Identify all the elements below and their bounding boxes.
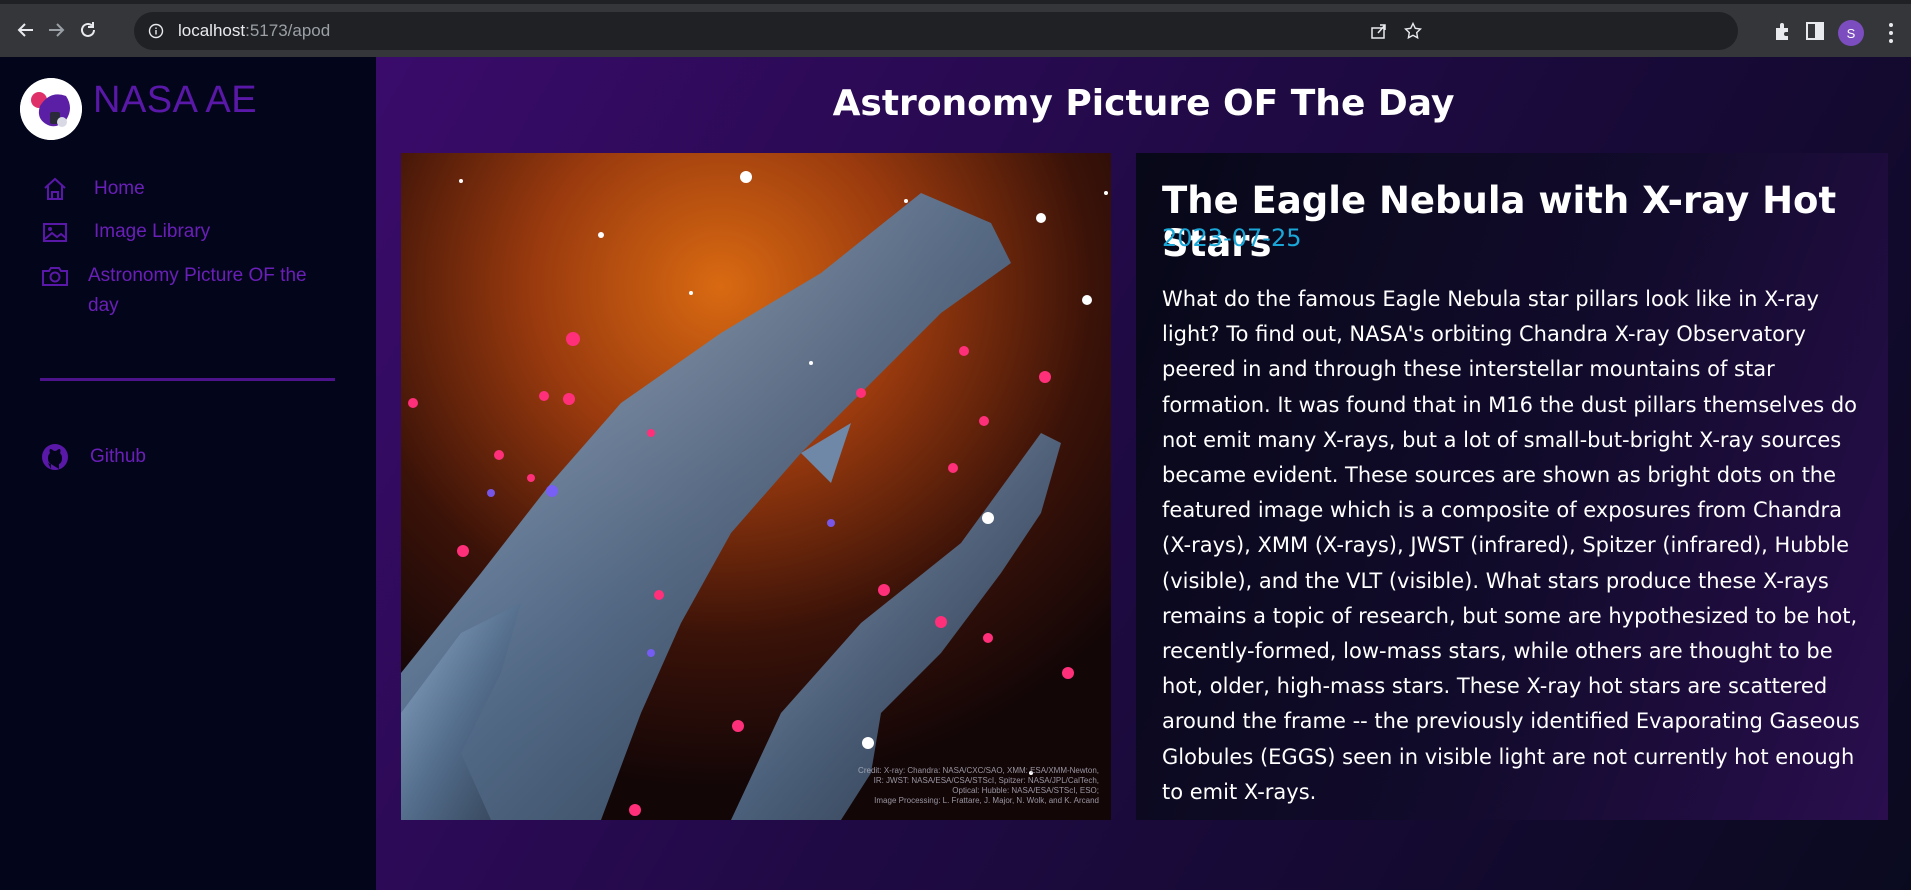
side-panel-icon[interactable] [1804,20,1826,42]
apod-explanation: What do the famous Eagle Nebula star pil… [1162,287,1860,804]
address-bar[interactable]: localhost:5173/apod [134,12,1738,50]
main-content: Astronomy Picture OF The Day Credit: X-r… [376,57,1911,890]
extensions-icon[interactable] [1772,20,1794,42]
back-icon[interactable] [14,18,38,42]
share-icon[interactable] [1370,22,1388,40]
sidebar-item-label-line1: Astronomy Picture OF the [88,265,307,286]
sidebar-item-image-library[interactable]: Image Library [40,217,210,247]
eagle-nebula-image [401,153,1111,820]
url-path: :5173/apod [245,21,331,40]
apod-title: The Eagle Nebula with X-ray Hot Stars [1162,179,1837,265]
apod-info-card: The Eagle Nebula with X-ray Hot Stars 20… [1136,153,1888,820]
home-icon [44,177,66,200]
astronaut-logo-icon [20,78,82,140]
site-info-icon[interactable] [148,23,164,39]
sidebar-item-github[interactable]: Github [40,442,146,472]
sidebar-divider [40,378,335,381]
sidebar-item-label-line2: day [88,295,119,316]
browser-toolbar: localhost:5173/apod S [0,0,1911,57]
browser-menu-icon[interactable] [1888,22,1894,44]
sidebar-item-label: Astronomy Picture OF the day [88,261,307,321]
sidebar-item-home[interactable]: Home [40,174,145,204]
brand-name[interactable]: NASA AE [93,79,257,122]
sidebar-item-label: Github [90,446,146,467]
reload-icon[interactable] [76,18,100,42]
image-icon [43,223,67,242]
sidebar-item-apod[interactable]: Astronomy Picture OF the day [40,261,307,321]
bookmark-star-icon[interactable] [1404,22,1422,40]
app-logo[interactable] [20,78,82,140]
apod-date: 2023-07-25 [1162,224,1302,252]
page-title: Astronomy Picture OF The Day [832,83,1455,124]
apod-image[interactable]: Credit: X-ray: Chandra: NASA/CXC/SAO, XM… [401,153,1111,820]
sidebar-item-label: Image Library [94,221,211,242]
url-text[interactable]: localhost:5173/apod [178,21,330,41]
url-host: localhost [178,21,246,40]
sidebar: NASA AE Home Image Library Astronomy Pic… [0,57,376,890]
forward-icon[interactable] [44,18,68,42]
profile-avatar[interactable]: S [1838,20,1864,46]
camera-icon [42,267,68,286]
sidebar-item-label: Home [94,178,145,199]
image-credit: Credit: X-ray: Chandra: NASA/CXC/SAO, XM… [858,766,1099,805]
github-icon [42,444,68,470]
